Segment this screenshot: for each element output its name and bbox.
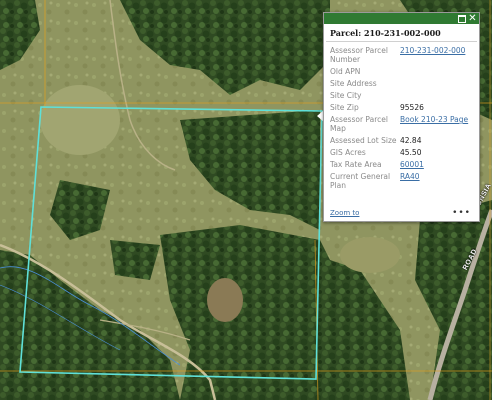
attribute-row: Site Zip 95526 [330,103,473,112]
attribute-value: 95526 [400,103,424,112]
attribute-value: 42.84 [400,136,422,145]
popup-header-bar: ✕ [324,13,479,24]
attribute-value-link[interactable]: Book 210-23 Page [400,115,473,133]
attribute-label: Assessed Lot Size [330,136,397,145]
attribute-label: Assessor Parcel Map [330,115,388,133]
attribute-row: Tax Rate Area 60001 [330,160,473,169]
attribute-label: Site Zip [330,103,359,112]
popup-title: Parcel: 210-231-002-000 [326,24,477,42]
map-view[interactable]: BRONSIA ROAD ✕ Parcel: 210-231-002-000 A… [0,0,492,400]
attribute-label: Site Address [330,79,377,88]
maximize-icon[interactable] [457,14,466,23]
attribute-value [400,91,473,100]
attribute-row: Assessed Lot Size 42.84 [330,136,473,145]
attribute-row: Site Address [330,79,473,88]
attribute-label: Old APN [330,67,361,76]
more-options-icon[interactable]: ••• [452,208,471,218]
attribute-value: 45.50 [400,148,422,157]
attribute-label: Tax Rate Area [330,160,382,169]
attribute-label: Current General Plan [330,172,391,190]
attribute-label: Assessor Parcel Number [330,46,388,64]
parcel-popup: ✕ Parcel: 210-231-002-000 Assessor Parce… [323,12,480,222]
attribute-value [400,67,473,76]
attribute-value-link[interactable]: 60001 [400,160,473,169]
attribute-value-link[interactable]: RA40 [400,172,473,190]
attribute-row: Assessor Parcel Number 210-231-002-000 [330,46,473,64]
popup-footer: Zoom to ••• [330,208,473,219]
attribute-label: Site City [330,91,362,100]
close-icon[interactable]: ✕ [468,14,477,24]
attribute-table: Assessor Parcel Number 210-231-002-000 Old… [330,46,473,190]
attribute-value-link[interactable]: 210-231-002-000 [400,46,473,64]
zoom-to-link[interactable]: Zoom to [330,209,359,217]
attribute-row: GIS Acres 45.50 [330,148,473,157]
attribute-value [400,79,473,88]
attribute-label: GIS Acres [330,148,366,157]
attribute-row: Site City [330,91,473,100]
attribute-row: Old APN [330,67,473,76]
attribute-row: Current General Plan RA40 [330,172,473,190]
attribute-row: Assessor Parcel Map Book 210-23 Page [330,115,473,133]
